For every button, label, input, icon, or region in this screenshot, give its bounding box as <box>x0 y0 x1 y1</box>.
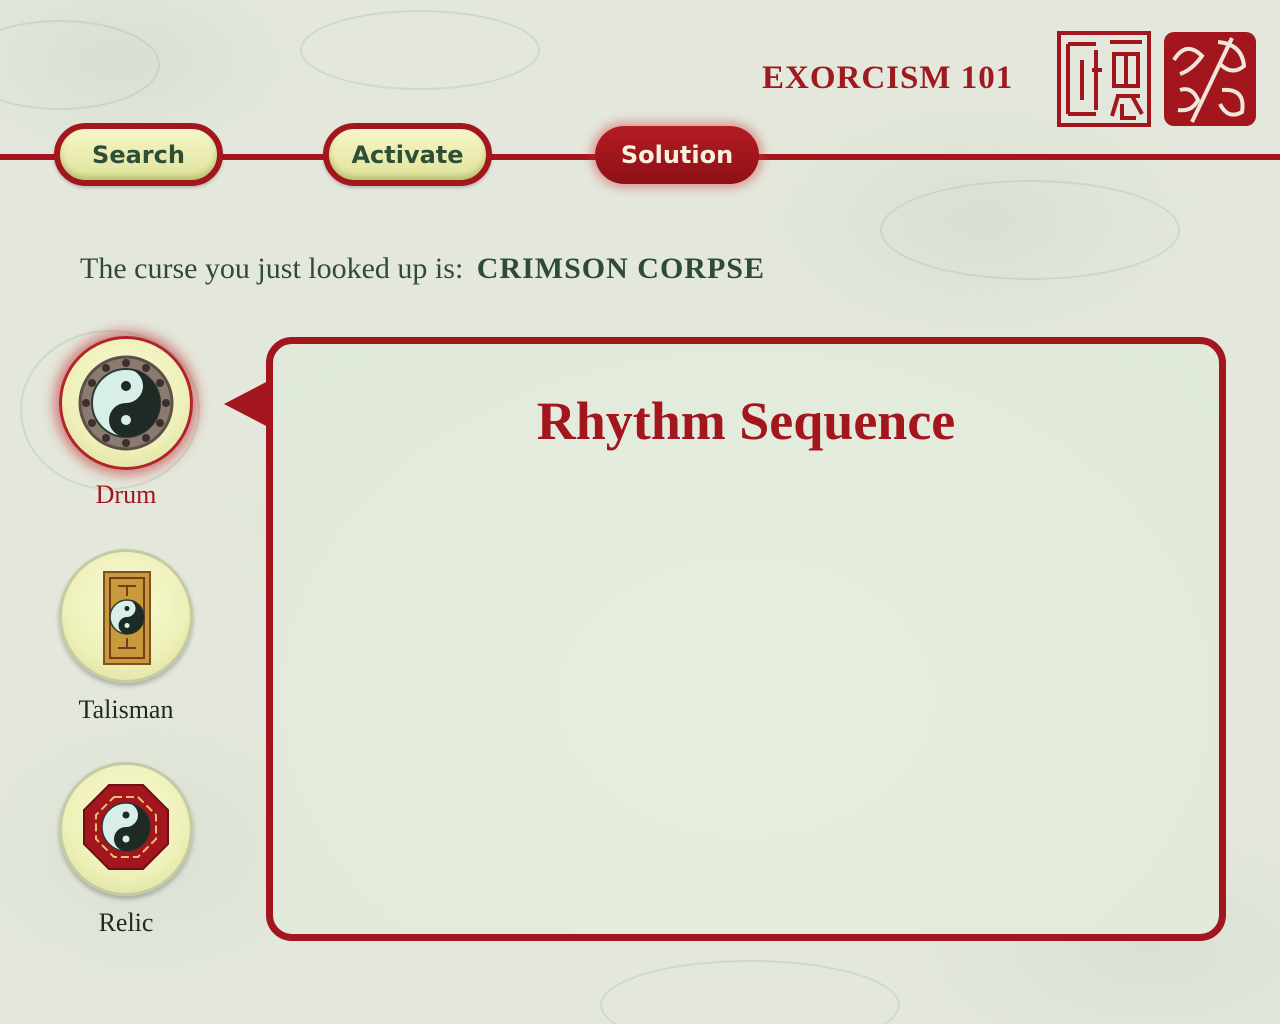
drum-icon <box>78 355 174 451</box>
tool-drum[interactable]: Drum <box>58 336 194 510</box>
tool-talisman-label: Talisman <box>78 695 174 724</box>
talisman-icon <box>103 571 151 665</box>
tab-solution[interactable]: Solution <box>595 126 759 184</box>
background-swirl <box>0 20 160 110</box>
tool-drum-button[interactable] <box>59 336 193 470</box>
solution-panel: Rhythm Sequence <box>266 337 1226 941</box>
tab-activate[interactable]: Activate <box>323 123 492 186</box>
tool-talisman[interactable]: Talisman <box>58 549 194 725</box>
tab-search[interactable]: Search <box>54 123 223 186</box>
app-title: EXORCISM 101 <box>762 60 1014 96</box>
tool-relic[interactable]: Relic <box>58 762 194 938</box>
curse-name: CRIMSON CORPSE <box>476 252 765 285</box>
selection-pointer-icon <box>224 380 270 428</box>
relic-icon <box>83 784 169 870</box>
background-swirl <box>880 180 1180 280</box>
curse-info: The curse you just looked up is: CRIMSON… <box>80 252 765 286</box>
seal-stamp-icon <box>1057 31 1151 127</box>
panel-title: Rhythm Sequence <box>536 391 956 451</box>
tool-talisman-button[interactable] <box>59 549 193 683</box>
curse-prefix: The curse you just looked up is: <box>80 252 464 285</box>
tool-drum-label: Drum <box>95 480 157 509</box>
tool-relic-label: Relic <box>98 908 154 937</box>
tool-relic-button[interactable] <box>59 762 193 896</box>
background-swirl <box>600 960 900 1024</box>
seal-stamp-icon <box>1164 32 1256 126</box>
background-swirl <box>300 10 540 90</box>
